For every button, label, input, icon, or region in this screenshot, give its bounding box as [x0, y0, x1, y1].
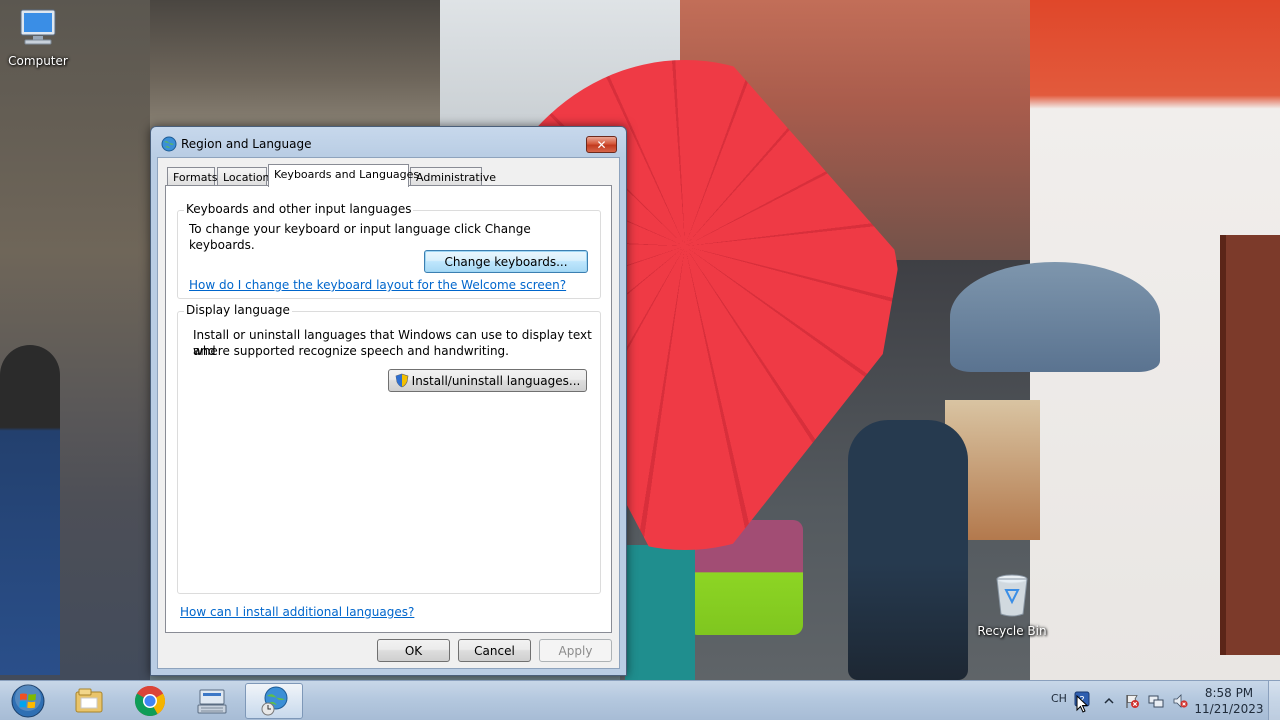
- region-language-dialog: Region and Language ✕ Formats Location K…: [150, 126, 627, 676]
- install-uninstall-languages-button[interactable]: Install/uninstall languages...: [388, 369, 587, 392]
- start-button[interactable]: [5, 683, 51, 719]
- change-keyboards-button[interactable]: Change keyboards...: [424, 250, 588, 273]
- tab-keyboards-and-languages[interactable]: Keyboards and Languages: [268, 164, 419, 187]
- input-language-indicator[interactable]: CH: [1051, 692, 1067, 705]
- keyboards-groupbox: Keyboards and other input languages To c…: [177, 202, 601, 299]
- install-uninstall-languages-label: Install/uninstall languages...: [411, 373, 581, 388]
- uac-shield-icon: [395, 373, 408, 388]
- volume-muted-icon[interactable]: [1172, 693, 1188, 709]
- clock-date: 11/21/2023: [1194, 702, 1264, 716]
- title-bar[interactable]: Region and Language ✕: [151, 127, 626, 157]
- file-explorer-icon: [75, 688, 103, 713]
- desktop-icon-label: Computer: [8, 54, 68, 68]
- taskbar-item-chrome[interactable]: [121, 683, 179, 719]
- taskbar-item-file-explorer[interactable]: [60, 683, 118, 719]
- region-language-icon: [261, 686, 288, 716]
- cancel-button[interactable]: Cancel: [458, 639, 531, 662]
- show-desktop-button[interactable]: [1268, 681, 1280, 720]
- close-button[interactable]: ✕: [586, 136, 617, 153]
- tab-panel-keyboards-and-languages: Keyboards and other input languages To c…: [165, 185, 612, 633]
- region-language-icon: [161, 136, 177, 152]
- taskbar-item-keyboard-settings[interactable]: [183, 683, 241, 719]
- taskbar-item-region-language[interactable]: [245, 683, 303, 719]
- tab-formats[interactable]: Formats: [167, 167, 218, 186]
- desktop-icon-recycle-bin[interactable]: Recycle Bin: [974, 572, 1050, 638]
- keyboards-description: To change your keyboard or input languag…: [189, 222, 531, 252]
- desktop-icon-computer[interactable]: Computer: [0, 8, 76, 68]
- install-additional-languages-link[interactable]: How can I install additional languages?: [180, 605, 414, 619]
- chrome-icon: [134, 685, 166, 717]
- action-center-flag-icon[interactable]: [1124, 693, 1140, 709]
- keyboard-settings-icon: [197, 689, 227, 714]
- desktop-icon-label: Recycle Bin: [977, 624, 1047, 638]
- recycle-bin-icon: [996, 574, 1028, 617]
- windows-start-orb-icon: [11, 684, 45, 718]
- tab-label: Formats: [173, 171, 218, 184]
- network-icon[interactable]: [1148, 693, 1164, 709]
- mouse-cursor-icon: [1076, 695, 1088, 713]
- clock-time: 8:58 PM: [1204, 686, 1254, 700]
- tab-label: Administrative: [416, 171, 497, 184]
- tab-label: Keyboards and Languages: [274, 168, 420, 181]
- taskbar: CH ? 8:58 PM 11/21/2023: [0, 680, 1280, 720]
- tab-administrative[interactable]: Administrative: [410, 167, 496, 186]
- welcome-screen-keyboard-help-link[interactable]: How do I change the keyboard layout for …: [189, 278, 566, 292]
- ok-button[interactable]: OK: [377, 639, 450, 662]
- tab-label: Location: [223, 171, 270, 184]
- display-language-groupbox: Display language Install or uninstall la…: [177, 303, 601, 594]
- close-icon: ✕: [596, 137, 607, 152]
- window-title: Region and Language: [181, 137, 312, 151]
- display-language-group-title: Display language: [184, 303, 292, 317]
- computer-icon: [20, 9, 56, 45]
- tab-location[interactable]: Location: [217, 167, 270, 186]
- display-language-description-line2: where supported recognize speech and han…: [193, 344, 509, 358]
- system-clock[interactable]: 8:58 PM 11/21/2023: [1194, 685, 1264, 717]
- dialog-client-area: Formats Location Keyboards and Languages…: [157, 157, 620, 669]
- apply-button[interactable]: Apply: [539, 639, 612, 662]
- keyboards-group-title: Keyboards and other input languages: [184, 202, 414, 216]
- show-hidden-icons-chevron-icon[interactable]: [1101, 693, 1117, 709]
